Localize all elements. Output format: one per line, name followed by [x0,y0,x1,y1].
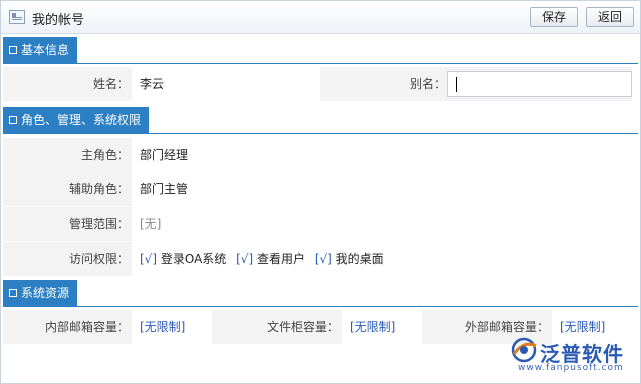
brand-logo: 泛普软件 www.fanpusoft.com [510,336,635,378]
section-basic-info: 基本信息 [3,37,638,64]
scope-value: [无] [132,207,632,241]
section-resources: 系统资源 [3,280,638,307]
section-toggle-icon [9,46,17,54]
permission-check[interactable]: [√] [236,252,253,266]
alias-label: 别名： [409,77,446,91]
brand-url: www.fanpusoft.com [518,363,624,373]
section-divider [3,133,638,134]
scope-label: 管理范围： [68,217,129,231]
section-toggle-icon [9,289,17,297]
permission-label: 我的桌面 [335,252,384,266]
brand-mark-icon [511,337,537,363]
primary-role-value: 部门经理 [132,138,632,172]
page-title: 我的帐号 [32,13,85,28]
section-divider [3,63,638,64]
internal-mail-value[interactable]: [无限制] [132,310,212,344]
alias-input[interactable] [447,71,632,97]
access-permissions: [√] 登录OA系统 [√] 查看用户 [√] 我的桌面 [132,242,632,276]
section-title: 角色、管理、系统权限 [21,113,142,127]
section-title: 系统资源 [21,286,70,300]
row-scope: 管理范围： [无] [3,207,632,241]
account-panel: 我的帐号 保存 返回 基本信息 姓名： 李云 别名： 角色、管理、系统权限 主角… [0,0,641,384]
text-caret [456,77,457,92]
access-label: 访问权限： [68,252,129,266]
permission-label: 登录OA系统 [160,252,227,266]
row-aux-role: 辅助角色： 部门主管 [3,172,632,206]
aux-role-label: 辅助角色： [68,182,129,196]
permission-check[interactable]: [√] [140,252,157,266]
internal-mail-label: 内部邮箱容量： [44,320,129,334]
aux-role-value: 部门主管 [132,172,632,206]
file-cabinet-value[interactable]: [无限制] [342,310,422,344]
section-tab-roles: 角色、管理、系统权限 [3,107,150,134]
row-primary-role: 主角色： 部门经理 [3,138,632,172]
row-name: 姓名： 李云 别名： [3,67,632,101]
file-cabinet-label: 文件柜容量： [266,320,339,334]
save-button[interactable]: 保存 [530,7,578,27]
section-toggle-icon [9,116,17,124]
row-access: 访问权限： [√] 登录OA系统 [√] 查看用户 [√] 我的桌面 [3,242,632,276]
name-value: 李云 [132,67,320,101]
section-title: 基本信息 [21,43,70,57]
name-label: 姓名： [92,77,129,91]
title-bar: 我的帐号 保存 返回 [1,1,640,34]
permission-check[interactable]: [√] [315,252,332,266]
section-tab-basic-info: 基本信息 [3,37,78,64]
back-button[interactable]: 返回 [586,7,634,27]
section-roles: 角色、管理、系统权限 [3,107,638,134]
permission-label: 查看用户 [256,252,305,266]
primary-role-label: 主角色： [80,148,129,162]
section-divider [3,306,638,307]
section-tab-resources: 系统资源 [3,280,78,307]
account-card-icon [9,10,25,24]
